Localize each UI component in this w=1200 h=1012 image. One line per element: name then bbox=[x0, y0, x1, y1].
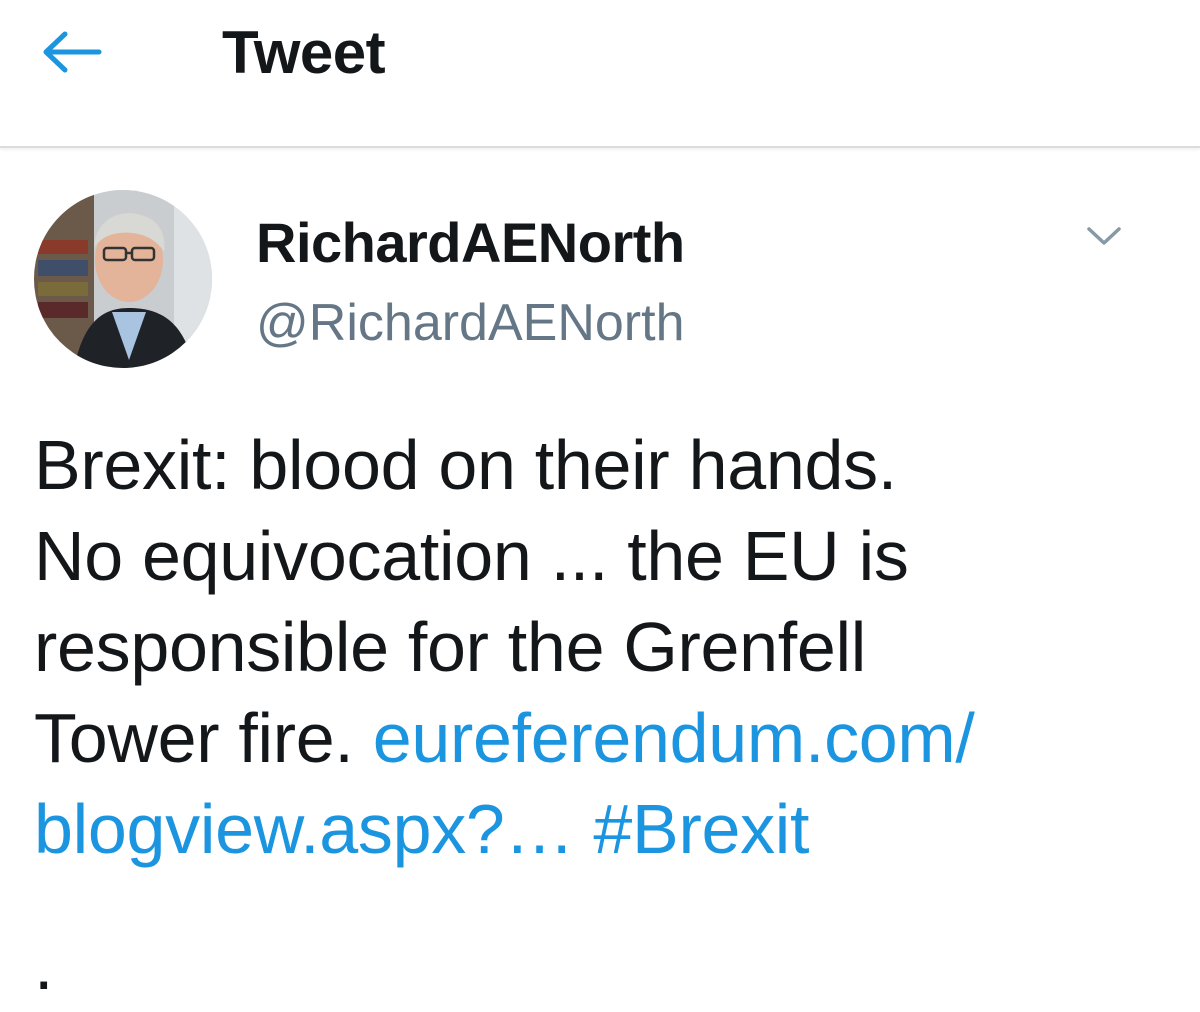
tweet-text-segment: Tower fire. bbox=[34, 699, 354, 777]
arrow-left-icon bbox=[43, 31, 102, 73]
back-button[interactable] bbox=[36, 24, 108, 80]
avatar[interactable] bbox=[34, 190, 212, 368]
more-options-button[interactable] bbox=[1080, 218, 1128, 254]
tweet-page: Tweet RichardAENorth @RichardAENorth Bre… bbox=[0, 0, 1200, 1012]
chevron-down-icon bbox=[1087, 227, 1121, 245]
author-display-name[interactable]: RichardAENorth bbox=[256, 210, 685, 275]
top-app-bar: Tweet bbox=[0, 0, 1200, 148]
tweet-link-continued[interactable]: blogview.aspx?… bbox=[34, 790, 575, 868]
tweet-link[interactable]: eureferendum.com/ bbox=[373, 699, 975, 777]
page-title: Tweet bbox=[222, 19, 386, 86]
avatar-photo bbox=[34, 190, 212, 368]
tweet-text-line: Tower fire. eureferendum.com/ bbox=[34, 693, 1174, 784]
hashtag-link[interactable]: #Brexit bbox=[593, 790, 809, 868]
tweet-text-line: blogview.aspx?… #Brexit bbox=[34, 784, 1174, 875]
tweet-text-line: Brexit: blood on their hands. bbox=[34, 426, 897, 504]
tweet-trailing-text: . bbox=[34, 926, 54, 1004]
tweet-text: Brexit: blood on their hands. No equivoc… bbox=[34, 420, 1174, 875]
author-handle[interactable]: @RichardAENorth bbox=[256, 293, 685, 353]
tweet-text-line: No equivocation ... the EU is bbox=[34, 517, 909, 595]
tweet-text-line: responsible for the Grenfell bbox=[34, 608, 867, 686]
